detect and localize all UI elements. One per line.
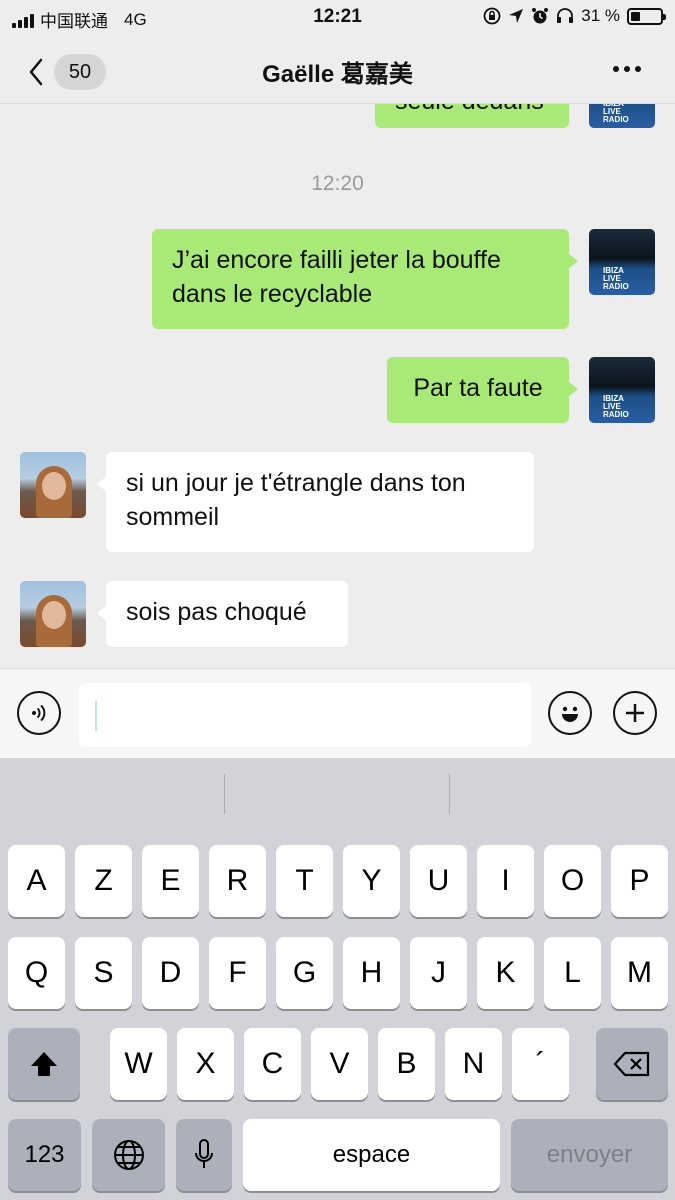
send-key[interactable]: envoyer xyxy=(511,1119,668,1191)
key-a[interactable]: A xyxy=(8,845,65,917)
message-timestamp: 12:20 xyxy=(311,172,364,195)
alarm-icon xyxy=(532,8,549,24)
headphones-icon xyxy=(557,8,574,23)
status-bar: 中国联通 4G 12:21 31 % xyxy=(0,0,675,36)
key-u[interactable]: U xyxy=(410,845,467,917)
key-i[interactable]: I xyxy=(477,845,534,917)
shift-icon xyxy=(31,1052,57,1076)
backspace-key[interactable] xyxy=(596,1028,668,1100)
key-n[interactable]: N xyxy=(445,1028,502,1100)
emoji-icon[interactable] xyxy=(548,691,592,735)
message-bubble-theirs[interactable]: sois pas choqué xyxy=(97,581,348,647)
message-bubble-mine[interactable]: Par ta faute xyxy=(387,357,578,423)
key-l[interactable]: L xyxy=(544,937,601,1009)
key-s[interactable]: S xyxy=(75,937,132,1009)
key-c[interactable]: C xyxy=(244,1028,301,1100)
voice-icon[interactable] xyxy=(17,691,61,735)
key-m[interactable]: M xyxy=(611,937,668,1009)
key-r[interactable]: R xyxy=(209,845,266,917)
message-list[interactable]: seule dedans IBIZALIVERADIO 12:20 J’ai e… xyxy=(0,104,675,668)
key-f[interactable]: F xyxy=(209,937,266,1009)
suggestion-bar[interactable] xyxy=(0,758,675,834)
key-j[interactable]: J xyxy=(410,937,467,1009)
globe-key[interactable] xyxy=(92,1119,165,1191)
key-h[interactable]: H xyxy=(343,937,400,1009)
key-x[interactable]: X xyxy=(177,1028,234,1100)
key-b[interactable]: B xyxy=(378,1028,435,1100)
my-avatar[interactable]: IBIZALIVERADIO xyxy=(589,357,655,423)
chat-title: Gaëlle 葛嘉美 xyxy=(262,61,413,88)
battery-icon xyxy=(627,7,666,25)
key-acute[interactable]: ´ xyxy=(512,1028,569,1100)
key-d[interactable]: D xyxy=(142,937,199,1009)
text-caret xyxy=(95,701,97,731)
key-v[interactable]: V xyxy=(311,1028,368,1100)
plus-icon[interactable] xyxy=(613,691,657,735)
input-bar xyxy=(0,668,675,758)
key-y[interactable]: Y xyxy=(343,845,400,917)
more-icon[interactable] xyxy=(613,66,641,72)
message-bubble-mine[interactable]: J’ai encore failli jeter la bouffe dans … xyxy=(152,229,578,329)
message-bubble-theirs[interactable]: si un jour je t'étrangle dans ton sommei… xyxy=(97,452,534,552)
my-avatar[interactable]: IBIZALIVERADIO xyxy=(589,229,655,295)
keyboard: A Z E R T Y U I O P Q S D F G H J K L M W X C V B N ´ 123 espace e… xyxy=(0,758,675,1200)
key-o[interactable]: O xyxy=(544,845,601,917)
key-g[interactable]: G xyxy=(276,937,333,1009)
key-q[interactable]: Q xyxy=(8,937,65,1009)
dictation-key[interactable] xyxy=(176,1119,232,1191)
backspace-icon xyxy=(613,1051,650,1077)
location-icon xyxy=(509,9,524,23)
contact-avatar[interactable] xyxy=(20,452,86,518)
message-input[interactable] xyxy=(79,683,531,747)
battery-percent: 31 % xyxy=(581,6,620,25)
my-avatar[interactable]: IBIZALIVERADIO xyxy=(589,104,655,128)
key-e[interactable]: E xyxy=(142,845,199,917)
numbers-key[interactable]: 123 xyxy=(8,1119,81,1191)
key-z[interactable]: Z xyxy=(75,845,132,917)
key-w[interactable]: W xyxy=(110,1028,167,1100)
microphone-icon xyxy=(195,1139,213,1168)
key-t[interactable]: T xyxy=(276,845,333,917)
chat-header: 50 Gaëlle 葛嘉美 xyxy=(0,36,675,104)
shift-key[interactable] xyxy=(8,1028,80,1100)
globe-icon xyxy=(113,1140,144,1170)
contact-avatar[interactable] xyxy=(20,581,86,647)
key-p[interactable]: P xyxy=(611,845,668,917)
orientation-lock-icon xyxy=(483,7,501,25)
message-bubble-partial[interactable]: seule dedans xyxy=(375,104,569,128)
key-k[interactable]: K xyxy=(477,937,534,1009)
space-key[interactable]: espace xyxy=(243,1119,500,1191)
